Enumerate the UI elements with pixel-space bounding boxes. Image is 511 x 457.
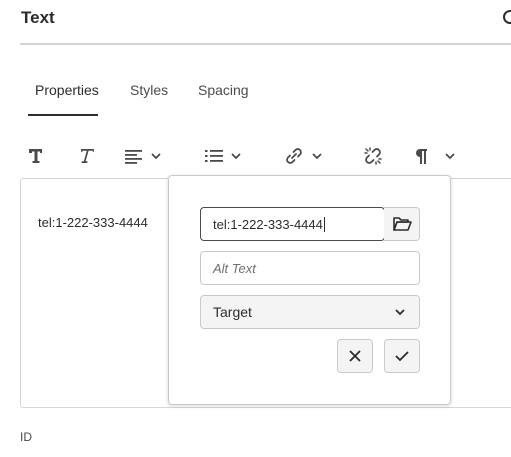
tab-styles[interactable]: Styles (130, 80, 168, 116)
close-icon (349, 350, 361, 362)
target-select[interactable]: Target (200, 295, 420, 329)
active-tab-indicator (28, 114, 98, 116)
target-select-value: Target (213, 304, 252, 320)
link-dropdown[interactable] (283, 142, 323, 170)
help-icon[interactable] (503, 10, 511, 24)
panel-title: Text (21, 8, 55, 27)
italic-button[interactable] (75, 142, 97, 170)
tab-spacing[interactable]: Spacing (198, 80, 249, 116)
paragraph-icon (416, 149, 427, 164)
paragraph-format-dropdown[interactable] (412, 142, 456, 170)
bold-button[interactable] (27, 142, 49, 170)
list-dropdown[interactable] (204, 142, 242, 170)
tab-properties[interactable]: Properties (35, 80, 99, 116)
chevron-down-icon (151, 153, 161, 160)
header-divider (20, 43, 511, 45)
chevron-down-icon (395, 309, 405, 316)
chevron-down-icon (445, 153, 455, 160)
chevron-down-icon (312, 153, 322, 160)
bold-icon (29, 149, 42, 163)
link-url-value: tel:1-222-333-4444 (213, 216, 323, 232)
chevron-down-icon (231, 153, 241, 160)
rte-toolbar (20, 140, 511, 172)
link-icon (286, 148, 302, 164)
list-icon (205, 150, 223, 162)
editor-content[interactable]: tel:1-222-333-4444 (38, 215, 148, 230)
alt-text-placeholder: Alt Text (213, 260, 256, 276)
unlink-button[interactable] (362, 142, 384, 170)
link-popover: tel:1-222-333-4444 Alt Text Target (168, 175, 451, 405)
cancel-button[interactable] (337, 339, 373, 373)
link-url-input[interactable]: tel:1-222-333-4444 (200, 207, 385, 241)
confirm-button[interactable] (384, 339, 420, 373)
tab-list: Properties Styles Spacing (20, 80, 511, 118)
unlink-icon (364, 147, 382, 165)
text-component-dialog: Text Properties Styles Spacing tel:1-222… (0, 0, 511, 457)
align-left-icon (125, 150, 142, 164)
folder-open-icon (392, 217, 412, 231)
checkmark-icon (395, 351, 409, 362)
text-caret (323, 216, 325, 232)
id-field-label: ID (20, 430, 32, 444)
alt-text-input[interactable]: Alt Text (200, 251, 420, 285)
browse-path-button[interactable] (384, 207, 420, 241)
italic-icon (81, 149, 94, 163)
align-dropdown[interactable] (124, 142, 162, 170)
